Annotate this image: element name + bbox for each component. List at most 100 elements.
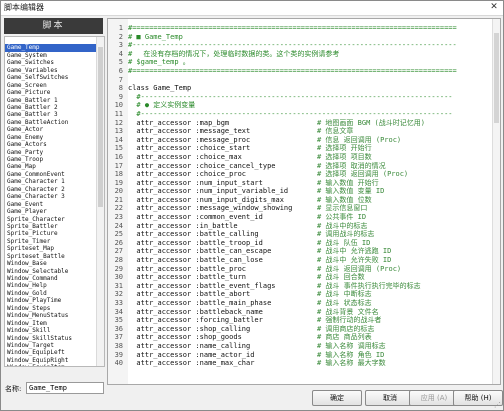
script-list-item[interactable]: Window_Target <box>5 342 96 349</box>
code-line: 28 attr_accessor :battle_can_lose # 战斗中 允… <box>108 256 494 265</box>
script-list-item[interactable]: Game_Event <box>5 201 96 208</box>
code-comment: # 调用战斗的标志 <box>317 230 375 239</box>
line-number: 4 <box>118 49 123 58</box>
script-list-item[interactable]: Game_Battler 3 <box>5 111 96 118</box>
script-list-item[interactable]: Window_Skill <box>5 327 96 334</box>
code-line: 18 attr_accessor :choice_proc # 选择项 返回调用 … <box>108 170 494 179</box>
script-list-item[interactable]: Window_MenuStatus <box>5 312 96 319</box>
code-text: class Game_Temp <box>128 84 192 93</box>
code-comment: # 输入名称 角色 ID <box>317 350 385 359</box>
script-list-item[interactable]: Window_Command <box>5 275 96 282</box>
line-number: 32 <box>114 290 123 299</box>
script-list-item[interactable]: Window_PlayTime <box>5 297 96 304</box>
script-list-item[interactable]: Sprite_Picture <box>5 230 96 237</box>
script-list-item[interactable]: Game_Temp <box>5 44 96 52</box>
script-list-item[interactable]: Game_Map <box>5 163 96 170</box>
script-name-input[interactable]: Game_Temp <box>26 382 104 394</box>
script-list-item[interactable]: Game_CommonEvent <box>5 171 96 178</box>
script-list-item[interactable]: Window_Item <box>5 320 96 327</box>
script-list-item[interactable]: Game_Party <box>5 149 96 156</box>
code-text: #=======================================… <box>128 24 457 32</box>
script-list-item[interactable]: Window_Steps <box>5 305 96 312</box>
line-number: 10 <box>114 101 123 110</box>
script-list-item[interactable]: Game_Picture <box>5 89 96 96</box>
script-name-label: 名称: <box>5 385 22 393</box>
editor-scrollbar[interactable] <box>492 19 500 384</box>
code-editor[interactable]: 1 #======================================… <box>107 18 501 385</box>
line-number: 3 <box>118 41 123 50</box>
code-line: 29 attr_accessor :battle_proc # 战斗 返回调用 (… <box>108 265 494 274</box>
script-list-item[interactable]: Game_Character 2 <box>5 186 96 193</box>
script-list-item[interactable]: Game_BattleAction <box>5 119 96 126</box>
script-list-item[interactable]: Window_SkillStatus <box>5 335 96 342</box>
script-list[interactable]: Game_Temp Game_System Game_Switches Game_Va… <box>4 36 105 367</box>
code-line: 26 attr_accessor :battle_troop_id # 战斗 队伍… <box>108 239 494 248</box>
code-text: attr_accessor :name_actor_id <box>128 350 255 359</box>
code-line: 36 attr_accessor :shop_calling # 调用商店的标志 <box>108 325 494 334</box>
code-text: attr_accessor :battle_troop_id <box>128 238 263 247</box>
script-list-item[interactable]: Sprite_Character <box>5 216 96 223</box>
script-list-item[interactable]: Game_Player <box>5 208 96 215</box>
script-list-panel: 脚本 Game_Temp Game_System Game_Switches Game… <box>4 18 105 401</box>
script-list-item[interactable]: Window_Selectable <box>5 268 96 275</box>
line-number: 37 <box>114 333 123 342</box>
line-number: 14 <box>114 135 123 144</box>
code-text: attr_accessor :choice_proc <box>128 170 247 179</box>
script-list-item[interactable] <box>5 37 96 44</box>
cancel-button[interactable]: 取消 <box>365 390 415 406</box>
line-number: 16 <box>114 152 123 161</box>
ok-button[interactable]: 确定 <box>312 390 362 406</box>
script-list-item[interactable]: Game_Enemy <box>5 134 96 141</box>
code-line: 15 attr_accessor :choice_start # 选择项 开始行 <box>108 144 494 153</box>
script-list-item[interactable]: Spriteset_Battle <box>5 253 96 260</box>
script-list-item[interactable]: Game_Character 3 <box>5 193 96 200</box>
scrollbar-thumb[interactable] <box>98 47 103 207</box>
script-list-header: 脚本 <box>4 18 103 34</box>
script-list-item[interactable]: Game_Troop <box>5 156 96 163</box>
line-number: 26 <box>114 238 123 247</box>
script-list-item[interactable]: Game_Switches <box>5 59 96 66</box>
script-list-item[interactable]: Game_Screen <box>5 82 96 89</box>
code-text: attr_accessor :num_input_start <box>128 178 263 187</box>
line-number: 5 <box>118 58 123 67</box>
script-list-item[interactable]: Window_EquipRight <box>5 357 96 364</box>
code-comment: # 选择项 项目数 <box>317 152 372 161</box>
code-text: attr_accessor :forcing_battler <box>128 316 263 325</box>
code-text: attr_accessor :shop_calling <box>128 324 251 333</box>
script-list-item[interactable]: Window_Base <box>5 260 96 267</box>
code-text: attr_accessor :battle_main_phase <box>128 299 272 307</box>
code-line: 31 attr_accessor :battle_event_flags # 战斗… <box>108 282 494 291</box>
close-icon[interactable]: ✕ <box>488 2 500 13</box>
script-list-item[interactable]: Game_Battler 2 <box>5 104 96 111</box>
script-list-item[interactable]: Game_SelfSwitches <box>5 74 96 81</box>
script-list-item[interactable]: Window_EquipItem <box>5 364 96 366</box>
script-list-item[interactable]: Game_Actors <box>5 141 96 148</box>
code-line: 6 #======================================… <box>108 67 494 76</box>
code-comment: # 信息文章 <box>317 127 354 136</box>
script-list-item[interactable]: Window_Help <box>5 282 96 289</box>
script-list-item[interactable]: Window_EquipLeft <box>5 349 96 356</box>
script-list-item[interactable]: Sprite_Timer <box>5 238 96 245</box>
code-text: attr_accessor :choice_cancel_type <box>128 161 276 170</box>
code-text: attr_accessor :name_max_char <box>128 359 255 368</box>
code-line: 3 #--------------------------------------… <box>108 41 494 50</box>
line-number: 30 <box>114 273 123 282</box>
code-line: 13 attr_accessor :message_text # 信息文章 <box>108 127 494 136</box>
script-list-item[interactable]: Window_Gold <box>5 290 96 297</box>
script-list-item[interactable]: Game_Battler 1 <box>5 97 96 104</box>
script-list-item[interactable]: Game_Character 1 <box>5 178 96 185</box>
scrollbar-thumb[interactable] <box>494 33 499 123</box>
script-list-item[interactable]: Game_Variables <box>5 67 96 74</box>
title-bar: 脚本编辑器 ✕ <box>1 1 503 16</box>
script-list-scrollbar[interactable] <box>96 37 104 366</box>
script-list-item[interactable]: Game_Actor <box>5 126 96 133</box>
script-list-item[interactable]: Game_System <box>5 52 96 59</box>
resize-grip-icon[interactable]: ⋰ <box>494 401 502 409</box>
script-list-item[interactable]: Sprite_Battler <box>5 223 96 230</box>
apply-button[interactable]: 应用 (A) <box>409 390 459 406</box>
code-text: attr_accessor :in_battle <box>128 221 238 230</box>
code-comment: # 地图画面 BGM (战斗时记忆用) <box>317 118 425 127</box>
script-list-item[interactable]: Spriteset_Map <box>5 245 96 252</box>
code-text: attr_accessor :battle_proc <box>128 264 247 273</box>
code-line: 27 attr_accessor :battle_can_escape # 战斗中… <box>108 247 494 256</box>
